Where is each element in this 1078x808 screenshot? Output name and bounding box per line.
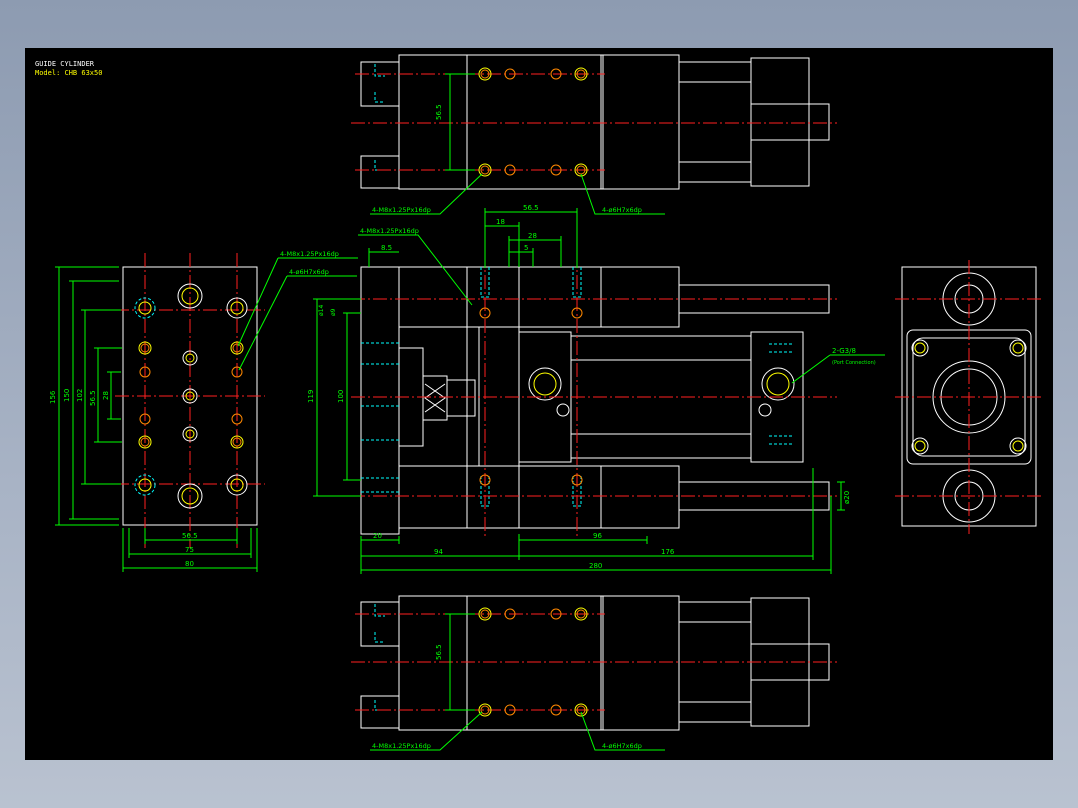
- fdim-18: 18: [496, 218, 505, 226]
- ldim-80: 80: [185, 560, 194, 568]
- side-hole-label: 4-ø6H7x6dp: [289, 268, 329, 276]
- fdim-20: 20: [373, 532, 382, 540]
- ldim-565: 56.5: [89, 390, 97, 406]
- side-tap-label: 4-M8x1.25Px16dp: [280, 250, 339, 258]
- ldim-565b: 56.5: [182, 532, 198, 540]
- bottom-vdim: 56.5: [435, 644, 443, 660]
- fdim-176: 176: [661, 548, 675, 556]
- top-body: [398, 54, 604, 190]
- fdim-28: 28: [528, 232, 537, 240]
- top-endplate-upper: [360, 61, 400, 107]
- bottom-tap-label: 4-M8x1.25Px16dp: [372, 742, 431, 750]
- port-sublabel: (Port Connection): [832, 360, 876, 366]
- ldim-156: 156: [49, 390, 57, 404]
- fdim-119: 119: [307, 390, 315, 403]
- top-endplate-lower: [360, 155, 400, 189]
- fdim-5: 5: [524, 244, 528, 252]
- top-hole-label: 4-ø6H7x6dp: [602, 206, 642, 214]
- fdim-o20: ø20: [843, 491, 851, 504]
- ldim-75: 75: [185, 546, 194, 554]
- fdim-100: 100: [337, 390, 345, 403]
- bottom-view: 56.5 4-M8x1.25Px16dp 4-ø6H7x6dp: [351, 595, 837, 751]
- cad-drawing: 56.5 4-M8x1.25Px16dp 4-ø6H7x6dp 156 150 …: [49, 54, 1043, 751]
- fdim-85: 8.5: [381, 244, 392, 252]
- front-endplate: [360, 266, 400, 535]
- fdim-96: 96: [593, 532, 602, 540]
- top-tap-label: 4-M8x1.25Px16dp: [372, 206, 431, 214]
- fdim-o14: ø14: [318, 305, 325, 316]
- bottom-hole-label: 4-ø6H7x6dp: [602, 742, 642, 750]
- drawing-canvas: GUIDE CYLINDER Model: CHB 63x50 56.5 4-M…: [25, 48, 1053, 760]
- ldim-102: 102: [76, 389, 84, 402]
- port-label: 2-G3/8: [832, 347, 856, 355]
- fdim-o9: ø9: [330, 308, 337, 316]
- fdim-280: 280: [589, 562, 602, 570]
- fdim-565: 56.5: [523, 204, 539, 212]
- front-view: 56.5 18 28 5 8.5 4-M8x1.25Px16dp 119 100…: [307, 204, 885, 574]
- top-view: 56.5 4-M8x1.25Px16dp 4-ø6H7x6dp: [351, 54, 837, 215]
- top-vdim: 56.5: [435, 104, 443, 120]
- right-view: [895, 260, 1043, 534]
- ldim-28: 28: [102, 391, 110, 400]
- ldim-150: 150: [63, 389, 71, 402]
- front-tap-label: 4-M8x1.25Px16dp: [360, 227, 419, 235]
- left-view: 156 150 102 56.5 28 56.5 75 80 4-M8x1.25…: [49, 250, 358, 572]
- fdim-94: 94: [434, 548, 443, 556]
